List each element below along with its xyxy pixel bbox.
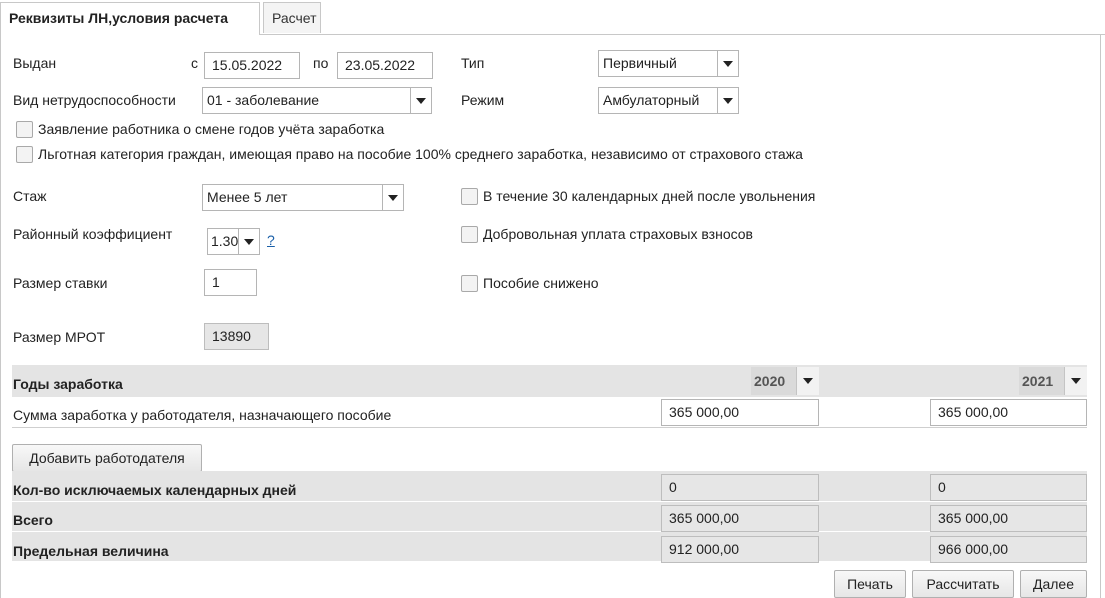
rate-label: Размер ставки [13,275,108,291]
limit-value-1: 912 000,00 [661,536,819,563]
issued-to-label: по [313,55,329,71]
type-label: Тип [461,55,485,71]
limit-label: Предельная величина [13,543,169,559]
tab-requisites[interactable]: Реквизиты ЛН,условия расчета [0,2,260,35]
chevron-down-icon[interactable] [796,367,819,395]
disability-select-value: 01 - заболевание [207,92,320,108]
voluntary-label: Добровольная уплата страховых взносов [483,226,753,242]
earnings-sum-label: Сумма заработка у работодателя, назначаю… [13,407,392,423]
district-coef-label: Районный коэффициент [13,226,173,242]
limit-value-2: 966 000,00 [930,536,1087,563]
excluded-days-label: Кол-во исключаемых календарных дней [13,482,297,498]
mode-select[interactable]: Амбулаторный [598,87,739,114]
change-years-label: Заявление работника о смене годов учёта … [38,121,385,137]
mode-select-value: Амбулаторный [603,92,700,108]
reduced-label: Пособие снижено [483,275,599,291]
benefit-category-label: Льготная категория граждан, имеющая прав… [38,146,803,162]
issued-from-input[interactable]: 15.05.2022 [204,52,300,79]
experience-select-value: Менее 5 лет [207,189,288,205]
tab-calculation[interactable]: Расчет [263,2,321,33]
tab-bar: Реквизиты ЛН,условия расчета Расчет [0,0,1105,35]
after-dismissal-label: В течение 30 календарных дней после увол… [483,188,816,204]
type-select-value: Первичный [603,55,677,71]
earnings-sum-input-2[interactable]: 365 000,00 [930,399,1087,426]
total-value-2: 365 000,00 [930,505,1087,532]
calculate-button[interactable]: Рассчитать [912,570,1014,598]
chevron-down-icon[interactable] [717,51,738,76]
total-value-1: 365 000,00 [661,505,819,532]
chevron-down-icon[interactable] [382,185,403,210]
reduced-checkbox[interactable] [461,275,478,292]
excluded-days-value-2: 0 [930,474,1087,501]
change-years-checkbox[interactable] [16,121,33,138]
benefit-category-checkbox[interactable] [16,146,33,163]
add-employer-button[interactable]: Добавить работодателя [12,444,202,472]
year-select-2[interactable]: 2021 [1019,367,1087,395]
issued-label: Выдан [13,55,57,71]
chevron-down-icon[interactable] [410,88,431,113]
district-coef-value: 1.30 [211,233,239,249]
row-divider [12,531,1087,532]
district-coef-select[interactable]: 1.30 [207,228,260,255]
type-select[interactable]: Первичный [598,50,739,77]
next-button[interactable]: Далее [1020,570,1087,598]
earnings-sum-input-1[interactable]: 365 000,00 [661,399,819,426]
issued-from-label: с [191,55,198,71]
disability-label: Вид нетрудоспособности [13,92,176,108]
rate-input[interactable]: 1 [204,269,257,296]
row-divider [12,501,1087,502]
after-dismissal-checkbox[interactable] [461,188,478,205]
earnings-header-label: Годы заработка [13,376,123,392]
mode-label: Режим [461,92,505,108]
experience-label: Стаж [13,188,47,204]
chevron-down-icon[interactable] [717,88,738,113]
experience-select[interactable]: Менее 5 лет [202,184,404,211]
disability-select[interactable]: 01 - заболевание [202,87,432,114]
total-label: Всего [13,512,53,528]
year-select-1-value: 2020 [754,373,786,389]
mrot-label: Размер МРОТ [13,329,106,345]
print-button[interactable]: Печать [834,570,906,598]
district-coef-help-link[interactable]: ? [267,232,275,248]
chevron-down-icon[interactable] [1064,367,1087,395]
mrot-value: 13890 [204,323,269,350]
year-select-1[interactable]: 2020 [751,367,819,395]
year-select-2-value: 2021 [1022,373,1054,389]
excluded-days-value-1: 0 [661,474,819,501]
row-divider [12,427,1087,428]
issued-to-input[interactable]: 23.05.2022 [337,52,433,79]
earnings-header-band [12,365,1087,397]
chevron-down-icon[interactable] [238,229,259,254]
voluntary-checkbox[interactable] [461,226,478,243]
